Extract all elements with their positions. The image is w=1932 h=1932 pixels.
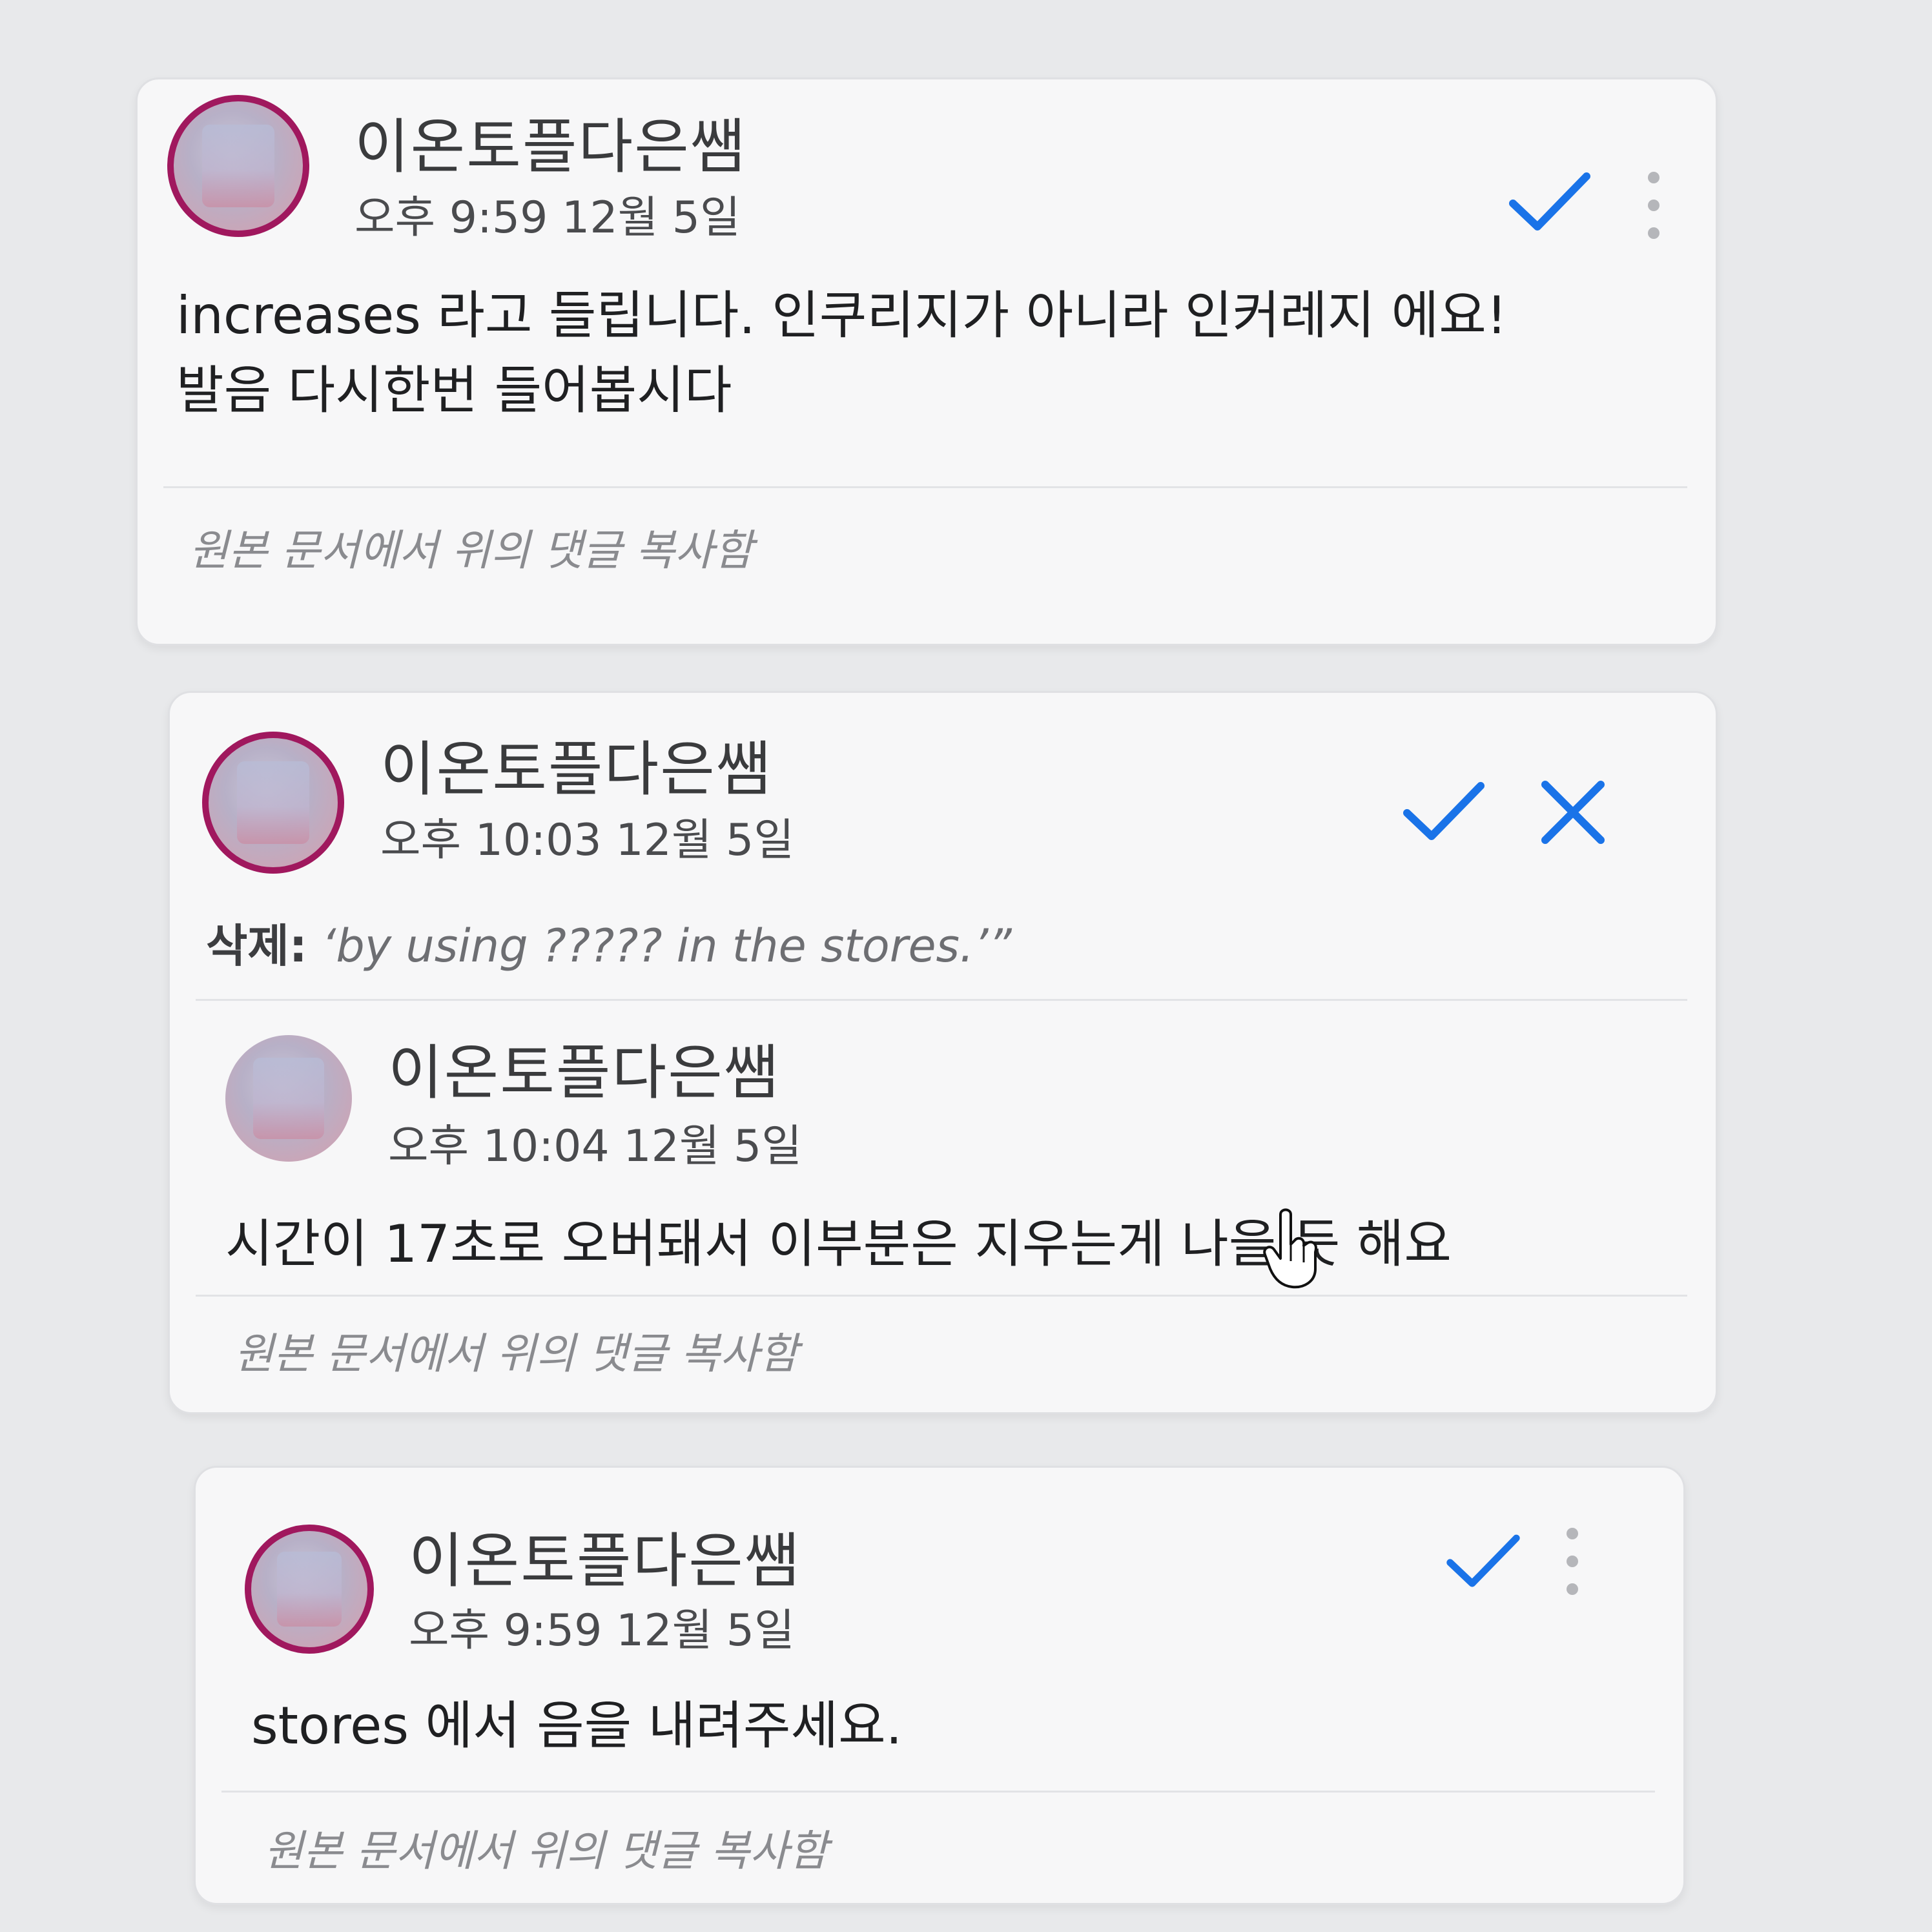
reply-author: 이온토플다은쌤 [388,1038,780,1107]
comment-author: 이온토플다은쌤 [380,735,772,804]
divider [196,999,1687,1001]
hand-cursor-icon [1263,1208,1317,1289]
comment-card: 이온토플다은쌤 오후 9:59 12월 5일 stores 에서 음을 내려주세… [194,1466,1685,1905]
comment-timestamp: 오후 10:03 12월 5일 [380,815,794,866]
check-icon[interactable] [1508,170,1592,234]
divider [196,1295,1687,1297]
copied-note: 원본 문서에서 위의 댓글 복사함 [234,1329,799,1379]
comment-text: stores 에서 음을 내려주세요. [251,1696,903,1756]
comment-text: increases 라고 들립니다. 인쿠리지가 아니라 인커레지 에요! [176,285,1507,345]
delete-label: 삭제: [206,920,307,972]
comment-author: 이온토플다은쌤 [409,1526,801,1596]
more-vert-icon[interactable] [1566,1526,1579,1597]
close-icon[interactable] [1537,777,1608,848]
divider [221,1791,1655,1793]
suggestion-delete: 삭제: ‘by using ????? in the stores.’” [206,910,1012,975]
check-icon[interactable] [1402,779,1486,844]
reply-timestamp: 오후 10:04 12월 5일 [388,1121,802,1172]
comment-timestamp: 오후 9:59 12월 5일 [409,1605,795,1656]
comment-text: 발음 다시한번 들어봅시다 [176,360,732,420]
comment-card: 이온토플다은쌤 오후 10:03 12월 5일 삭제: ‘by using ??… [168,691,1718,1414]
avatar [167,95,309,237]
avatar [225,1035,352,1162]
more-vert-icon[interactable] [1647,170,1660,241]
comment-card: 이온토플다은쌤 오후 9:59 12월 5일 increases 라고 들립니다… [136,77,1718,646]
avatar [245,1525,374,1654]
copied-note: 원본 문서에서 위의 댓글 복사함 [264,1826,828,1876]
check-icon[interactable] [1444,1532,1522,1590]
copied-note: 원본 문서에서 위의 댓글 복사함 [189,526,754,575]
divider [163,486,1687,488]
avatar [202,732,344,874]
comment-timestamp: 오후 9:59 12월 5일 [355,192,741,243]
comment-author: 이온토플다은쌤 [355,112,746,181]
deleted-text: ‘by using ????? in the stores.’” [322,920,1012,972]
